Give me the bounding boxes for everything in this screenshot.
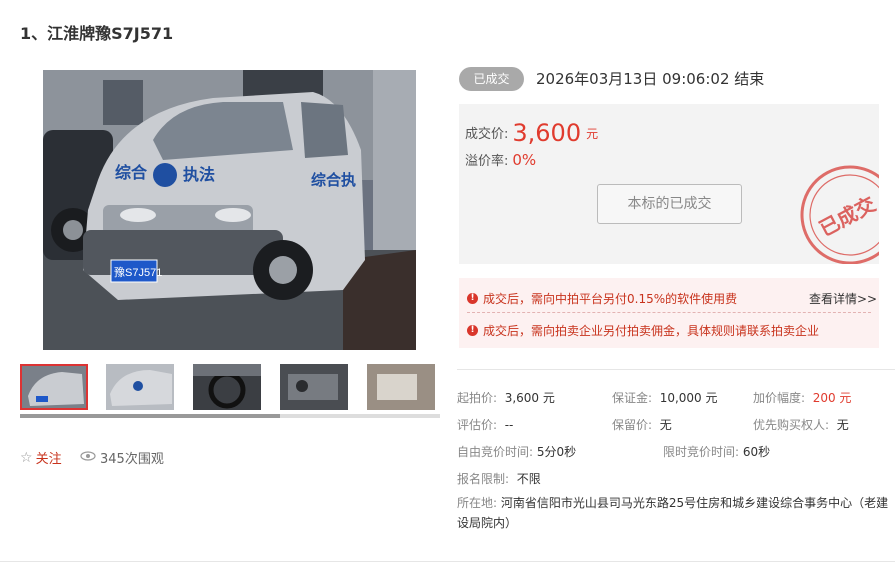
limited-bid-time: 限时竞价时间: 60秒 [663,443,770,460]
follow-label: 关注 [35,452,62,467]
appraisal-value: -- [504,418,514,432]
view-count: 345次围观 [80,448,164,467]
thumbnail-scrollbar[interactable] [20,414,440,418]
premium-rate-row: 溢价率: 0% [465,150,536,169]
deal-price-unit: 元 [586,127,599,141]
start-price-value: 3,600 元 [504,391,555,405]
free-bid-label: 自由竞价时间: [457,445,534,459]
lot-title: 1、江淮牌豫S7J571 [20,24,174,43]
start-price: 起拍价: 3,600 元 [457,389,555,406]
van-text-mid: 执法 [183,165,215,184]
priority-label: 优先购买权人: [753,418,830,432]
commission-notice-text: 成交后，需向拍卖企业另付拍卖佣金，具体规则请联系拍卖企业 [483,324,820,338]
deal-price-label: 成交价: [465,127,509,142]
eye-icon [80,450,96,465]
notice-panel: ! 成交后，需向中拍平台另付0.15%的软件使用费 查看详情>> ! 成交后，需… [459,278,879,348]
license-plate: 豫S7J571 [114,266,162,279]
premium-rate-value: 0% [512,151,537,169]
deposit: 保证金: 10,000 元 [612,389,718,406]
appraisal-label: 评估价: [457,418,498,432]
status-badge: 已成交 [459,67,524,91]
thumbnail-4[interactable] [280,364,348,410]
registration-restriction: 报名限制: 不限 [457,470,541,487]
deposit-label: 保证金: [612,391,653,405]
location: 所在地: 河南省信阳市光山县司马光东路25号住房和城乡建设综合事务中心（老建设局… [457,493,893,533]
info-divider [457,369,895,370]
location-value: 河南省信阳市光山县司马光东路25号住房和城乡建设综合事务中心（老建设局院内） [457,496,889,530]
fee-notice-text: 成交后，需向中拍平台另付0.15%的软件使用费 [483,292,738,306]
restriction-value: 不限 [516,472,541,486]
limited-bid-value: 60秒 [742,445,771,459]
bottom-divider [0,561,895,562]
van-text-left: 综合 [115,163,148,182]
appraisal: 评估价: -- [457,416,513,433]
limited-bid-label: 限时竞价时间: [663,445,740,459]
alert-icon: ! [467,293,478,304]
commission-notice: ! 成交后，需向拍卖企业另付拍卖佣金，具体规则请联系拍卖企业 [467,322,819,339]
reserve-value: 无 [659,418,672,432]
thumbnail-strip [20,364,440,420]
priority-value: 无 [836,418,849,432]
reserve-price: 保留价: 无 [612,416,672,433]
star-icon: ☆ [20,449,33,466]
deal-price-value: 3,600 [512,119,582,147]
view-count-label: 345次围观 [100,452,164,467]
restriction-label: 报名限制: [457,472,510,486]
increment-value: 200 元 [812,391,852,405]
reserve-label: 保留价: [612,418,653,432]
van-text-side: 综合执 [311,171,356,189]
location-label: 所在地: [457,496,498,510]
deal-price-row: 成交价: 3,600 元 [465,119,598,147]
deposit-value: 10,000 元 [659,391,718,405]
premium-rate-label: 溢价率: [465,154,509,169]
thumbnail-1[interactable] [20,364,88,410]
priority-buyer: 优先购买权人: 无 [753,416,849,433]
price-panel: 成交价: 3,600 元 溢价率: 0% 本标的已成交 已成交 [459,104,879,264]
start-price-label: 起拍价: [457,391,498,405]
end-time: 2026年03月13日 09:06:02 结束 [536,70,765,88]
thumbnail-scrollbar-thumb[interactable] [20,414,280,418]
alert-icon: ! [467,325,478,336]
thumbnail-5[interactable] [367,364,435,410]
stamp-text: 已成交 [815,192,879,241]
free-bid-time: 自由竞价时间: 5分0秒 [457,443,576,460]
free-bid-value: 5分0秒 [536,445,577,459]
sold-stamp: 已成交 [800,165,879,264]
follow-button[interactable]: ☆ 关注 [20,448,62,468]
increment-label: 加价幅度: [753,391,806,405]
notice-divider [467,312,871,313]
fee-notice: ! 成交后，需向中拍平台另付0.15%的软件使用费 [467,290,737,307]
increment: 加价幅度: 200 元 [753,389,851,406]
thumbnail-2[interactable] [106,364,174,410]
thumbnail-3[interactable] [193,364,261,410]
main-vehicle-image[interactable]: 综合 执法 综合执 豫S7J571 [43,70,416,350]
sold-button[interactable]: 本标的已成交 [597,184,742,224]
view-details-link[interactable]: 查看详情>> [809,290,877,307]
